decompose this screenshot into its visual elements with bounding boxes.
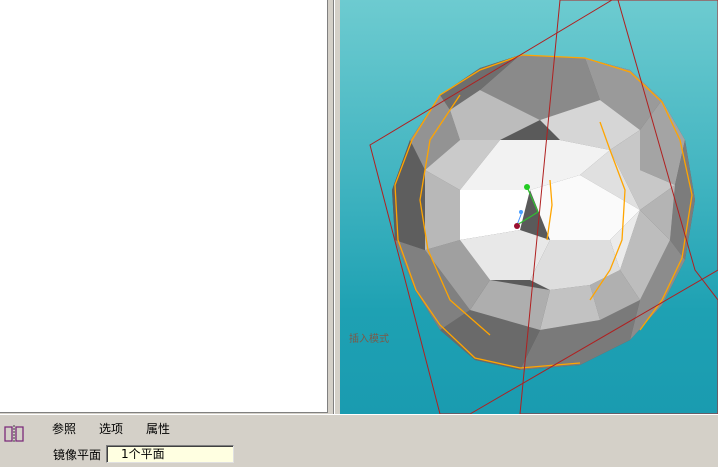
feature-dashboard: 参照 选项 属性 镜像平面 1个平面 — [0, 414, 718, 467]
dashboard-tabs: 参照 选项 属性 — [52, 420, 193, 437]
graphics-viewport[interactable]: 插入模式 — [340, 0, 718, 414]
splitter-highlight — [334, 0, 335, 414]
mirror-plane-row: 镜像平面 1个平面 — [53, 445, 235, 463]
mirror-plane-collector[interactable]: 1个平面 — [106, 445, 235, 463]
mirror-plane-label: 镜像平面 — [53, 447, 102, 462]
tab-options[interactable]: 选项 — [99, 420, 123, 437]
model-tree-panel[interactable] — [0, 0, 328, 413]
model-mode-label: 插入模式 — [349, 334, 389, 345]
mirror-icon[interactable] — [2, 423, 26, 445]
model-view — [369, 0, 718, 414]
panel-splitter[interactable] — [328, 0, 338, 414]
tab-references[interactable]: 参照 — [52, 420, 76, 437]
tab-properties[interactable]: 属性 — [146, 420, 170, 437]
